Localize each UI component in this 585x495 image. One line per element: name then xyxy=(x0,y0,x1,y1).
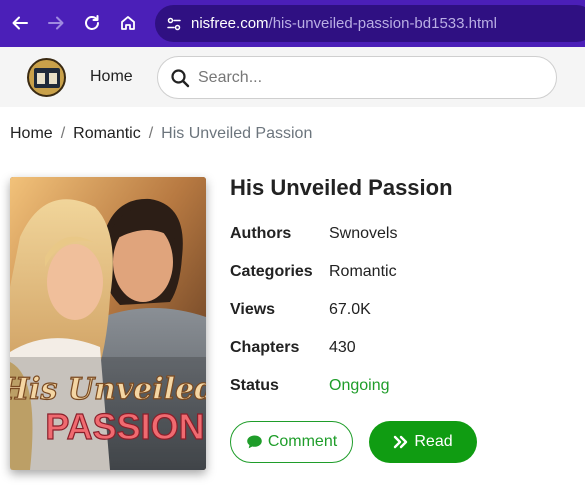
breadcrumb-separator: / xyxy=(148,125,154,142)
categories-value[interactable]: Romantic xyxy=(329,263,397,281)
search-box xyxy=(157,56,557,99)
read-button-label: Read xyxy=(414,433,453,450)
arrow-left-icon xyxy=(12,16,28,30)
browser-toolbar: nisfree.com/his-unveiled-passion-bd1533.… xyxy=(0,0,585,47)
authors-value[interactable]: Swnovels xyxy=(329,225,397,243)
home-icon xyxy=(121,16,135,30)
breadcrumb-separator: / xyxy=(60,125,66,142)
forward-button[interactable] xyxy=(43,10,69,36)
comment-button[interactable]: Comment xyxy=(230,421,353,463)
book-cover[interactable]: His Unveiled PASSION xyxy=(10,177,206,470)
authors-label: Authors xyxy=(230,225,292,242)
book-icon xyxy=(33,67,60,88)
views-value: 67.0K xyxy=(329,301,371,318)
comment-button-label: Comment xyxy=(267,433,338,450)
site-settings-icon[interactable] xyxy=(163,13,185,35)
search-input[interactable] xyxy=(198,58,538,97)
read-button[interactable]: Read xyxy=(369,421,477,463)
home-button[interactable] xyxy=(115,10,141,36)
breadcrumb-current: His Unveiled Passion xyxy=(161,125,313,142)
site-logo[interactable] xyxy=(27,58,66,97)
status-label: Status xyxy=(230,377,279,394)
chapters-value: 430 xyxy=(329,339,356,356)
views-label: Views xyxy=(230,301,276,318)
home-nav-link[interactable]: Home xyxy=(90,68,133,86)
chapters-label: Chapters xyxy=(230,339,300,356)
site-header: Home xyxy=(0,47,585,107)
search-icon xyxy=(171,69,190,88)
double-chevron-right-icon xyxy=(394,435,408,449)
address-bar[interactable]: nisfree.com/his-unveiled-passion-bd1533.… xyxy=(155,5,585,42)
url-text: nisfree.com/his-unveiled-passion-bd1533.… xyxy=(191,15,497,32)
breadcrumb: Home / Romantic / His Unveiled Passion xyxy=(10,125,312,143)
breadcrumb-home[interactable]: Home xyxy=(10,125,53,142)
reload-icon xyxy=(85,15,99,30)
url-domain: nisfree.com xyxy=(191,15,269,32)
categories-label: Categories xyxy=(230,263,313,280)
cover-title-line1: His Unveiled xyxy=(10,372,206,407)
back-button[interactable] xyxy=(7,10,33,36)
book-title: His Unveiled Passion xyxy=(230,175,453,200)
breadcrumb-category[interactable]: Romantic xyxy=(73,125,141,142)
reload-button[interactable] xyxy=(79,10,105,36)
cover-title-line2: PASSION xyxy=(45,406,204,447)
status-value: Ongoing xyxy=(329,377,390,394)
arrow-right-icon xyxy=(48,16,64,30)
url-path: /his-unveiled-passion-bd1533.html xyxy=(268,15,497,32)
comment-icon xyxy=(247,435,262,449)
